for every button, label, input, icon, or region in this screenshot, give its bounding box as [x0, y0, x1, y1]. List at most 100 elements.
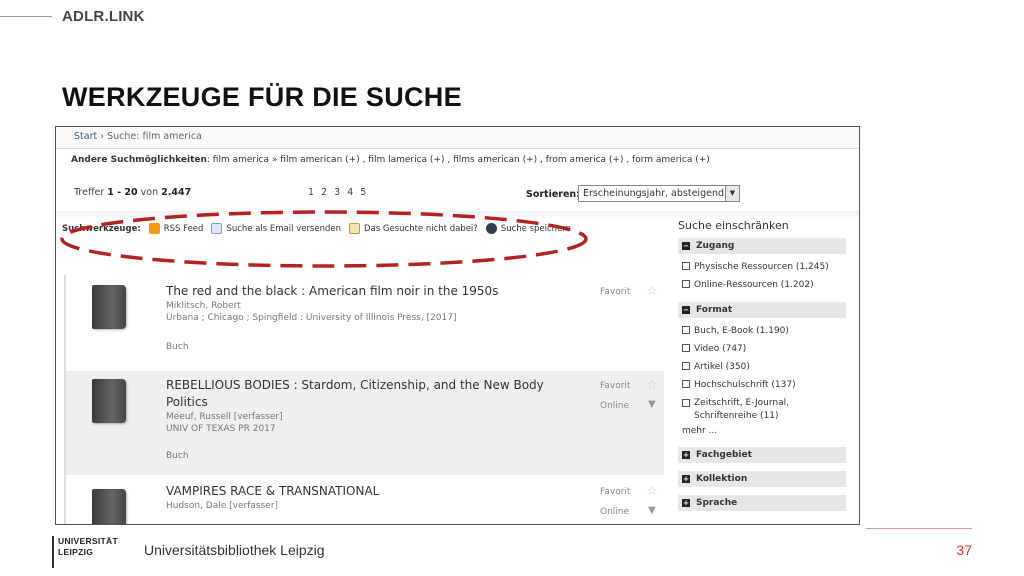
star-icon[interactable]: ☆	[646, 284, 658, 299]
sort-value: Erscheinungsjahr, absteigend	[583, 188, 724, 199]
header-rule	[0, 16, 52, 17]
checkbox[interactable]	[682, 326, 690, 334]
hit-range: 1 - 20	[107, 187, 138, 198]
online-label[interactable]: Online	[600, 507, 629, 517]
save-icon	[485, 223, 497, 234]
facet-more-link[interactable]: mehr ...	[678, 423, 846, 439]
page-number: 37	[956, 542, 972, 558]
note-icon	[349, 223, 361, 234]
rss-feed-label: RSS Feed	[163, 223, 204, 234]
collapse-icon: −	[682, 242, 690, 250]
facet-option-label: Physische Ressourcen (1.245)	[694, 262, 829, 272]
download-icon[interactable]: ▼	[648, 399, 656, 410]
result-list: The red and the black : American film no…	[64, 275, 664, 524]
result-item[interactable]: REBELLIOUS BODIES : Stardom, Citizenship…	[64, 371, 664, 475]
result-author: Miklitsch, Robert	[166, 301, 241, 311]
facet-sprache[interactable]: + Sprache	[678, 495, 846, 511]
book-icon	[92, 489, 126, 524]
rss-icon	[148, 223, 160, 234]
facet-format-label: Format	[696, 305, 733, 315]
facet-format[interactable]: − Format	[678, 302, 846, 318]
download-icon[interactable]: ▼	[648, 505, 656, 516]
alternative-searches: Andere Suchmöglichkeiten: film america »…	[71, 155, 710, 165]
result-publisher: Urbana ; Chicago ; Spingfield : Universi…	[166, 313, 457, 323]
favorite-label[interactable]: Favorit	[600, 381, 630, 391]
facet-option[interactable]: Hochschulschrift (137)	[678, 376, 846, 394]
facet-option[interactable]: Video (747)	[678, 340, 846, 358]
email-search-link[interactable]: Suche als Email versenden	[211, 223, 341, 234]
expand-icon: +	[682, 499, 690, 507]
facet-fachgebiet[interactable]: + Fachgebiet	[678, 447, 846, 463]
search-tools-bar: Suchwerkzeuge: RSS Feed Suche als Email …	[62, 223, 571, 234]
book-icon	[92, 379, 126, 423]
result-item[interactable]: VAMPIRES RACE & TRANSNATIONAL Hudson, Da…	[64, 475, 664, 524]
facet-option[interactable]: Online-Ressourcen (1.202)	[678, 276, 846, 294]
search-tools-label: Suchwerkzeuge:	[62, 223, 141, 234]
facet-heading: Suche einschränken	[678, 219, 789, 232]
missing-item-label: Das Gesuchte nicht dabei?	[364, 223, 478, 234]
result-type: Buch	[166, 342, 189, 352]
result-type: Buch	[166, 451, 189, 461]
hit-of: von	[137, 187, 162, 198]
footer-text: Universitätsbibliothek Leipzig	[144, 542, 325, 558]
result-title[interactable]: REBELLIOUS BODIES : Stardom, Citizenship…	[166, 377, 566, 411]
pagination[interactable]: 1 2 3 4 5	[308, 187, 368, 198]
facet-option-label: Hochschulschrift (137)	[694, 380, 796, 390]
hit-total: 2.447	[161, 187, 192, 198]
catalog-screenshot: Start › Suche: film america Andere Suchm…	[55, 126, 860, 525]
checkbox[interactable]	[682, 280, 690, 288]
result-title[interactable]: VAMPIRES RACE & TRANSNATIONAL	[166, 483, 664, 500]
facet-option[interactable]: Zeitschrift, E-Journal, Schriftenreihe (…	[678, 394, 846, 423]
footer-rule	[866, 528, 972, 529]
missing-item-link[interactable]: Das Gesuchte nicht dabei?	[349, 223, 478, 234]
facet-option[interactable]: Artikel (350)	[678, 358, 846, 376]
rss-feed-link[interactable]: RSS Feed	[148, 223, 204, 234]
save-search-label: Suche speichern	[500, 223, 572, 234]
alternative-searches-links[interactable]: : film america » film american (+) , fil…	[207, 155, 710, 165]
breadcrumb: Start › Suche: film america	[56, 127, 859, 149]
book-icon	[92, 285, 126, 329]
breadcrumb-home-link[interactable]: Start	[74, 131, 97, 142]
breadcrumb-separator: ›	[100, 131, 105, 142]
checkbox[interactable]	[682, 262, 690, 270]
facet-option[interactable]: Buch, E-Book (1.190)	[678, 322, 846, 340]
toolbar-separator	[56, 211, 859, 219]
logo-line-2: LEIPZIG	[58, 547, 94, 557]
facet-zugang-label: Zugang	[696, 241, 735, 251]
facet-option-label: Buch, E-Book (1.190)	[694, 326, 789, 336]
save-search-link[interactable]: Suche speichern	[485, 223, 572, 234]
hit-count: Treffer 1 - 20 von 2.447	[74, 187, 191, 198]
facet-kollektion[interactable]: + Kollektion	[678, 471, 846, 487]
result-title[interactable]: The red and the black : American film no…	[166, 283, 664, 300]
brand-label: ADLR.LINK	[62, 8, 145, 25]
star-icon[interactable]: ☆	[646, 378, 658, 393]
online-label[interactable]: Online	[600, 401, 629, 411]
facet-option[interactable]: Physische Ressourcen (1.245)	[678, 258, 846, 276]
facet-sprache-label: Sprache	[696, 498, 738, 508]
favorite-label[interactable]: Favorit	[600, 487, 630, 497]
facet-option-label: Video (747)	[694, 344, 747, 354]
collapse-icon: −	[682, 306, 690, 314]
result-author: Hudson, Dale [verfasser]	[166, 501, 279, 511]
breadcrumb-current: Suche: film america	[107, 131, 202, 142]
facet-option-label: Online-Ressourcen (1.202)	[694, 280, 814, 290]
result-item[interactable]: The red and the black : American film no…	[64, 275, 664, 371]
checkbox[interactable]	[682, 399, 690, 407]
university-logo: UNIVERSITÄT LEIPZIG	[52, 536, 124, 568]
sort-select[interactable]: Erscheinungsjahr, absteigend ▼	[578, 185, 740, 202]
hit-prefix: Treffer	[74, 187, 108, 198]
checkbox[interactable]	[682, 380, 690, 388]
result-author: Meeuf, Russell [verfasser]	[166, 412, 283, 422]
facet-option-label: Zeitschrift, E-Journal, Schriftenreihe (…	[694, 398, 789, 421]
sort-label: Sortieren:	[526, 189, 580, 200]
facet-zugang[interactable]: − Zugang	[678, 238, 846, 254]
facet-kollektion-label: Kollektion	[696, 474, 748, 484]
result-publisher: UNIV OF TEXAS PR 2017	[166, 424, 276, 434]
favorite-label[interactable]: Favorit	[600, 287, 630, 297]
checkbox[interactable]	[682, 362, 690, 370]
chevron-down-icon[interactable]: ▼	[725, 186, 739, 201]
alternative-searches-label: Andere Suchmöglichkeiten	[71, 155, 207, 165]
star-icon[interactable]: ☆	[646, 484, 658, 499]
checkbox[interactable]	[682, 344, 690, 352]
email-search-label: Suche als Email versenden	[226, 223, 342, 234]
